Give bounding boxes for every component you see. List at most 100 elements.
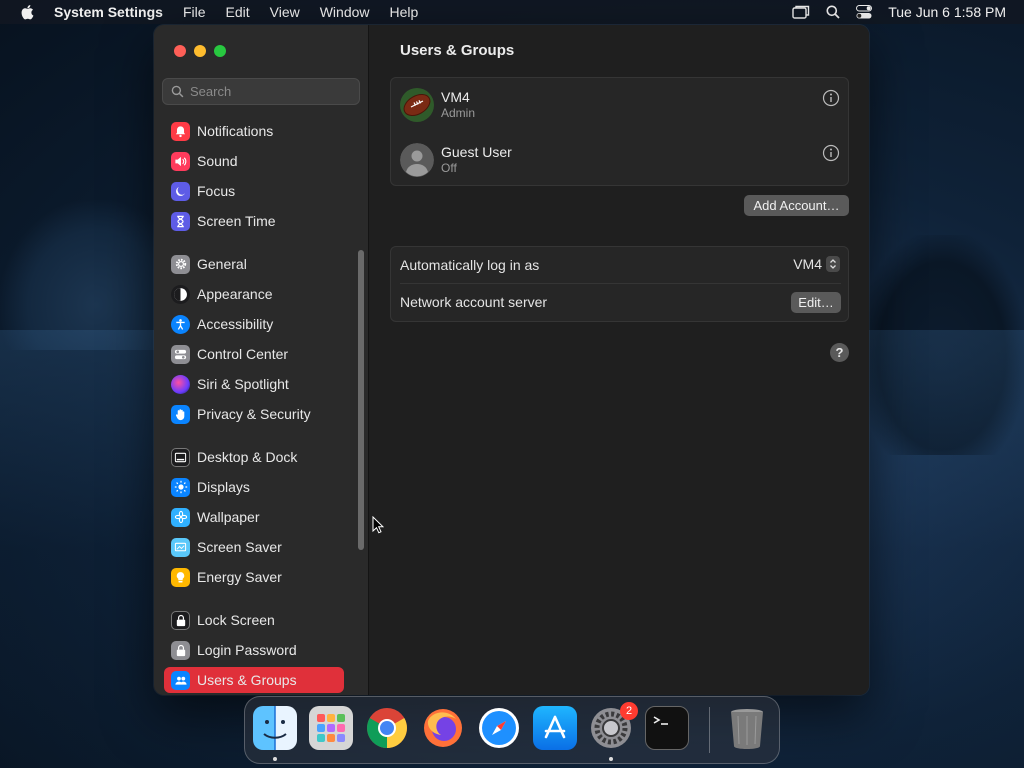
info-icon[interactable]: [822, 89, 840, 107]
sidebar-item-lock-screen[interactable]: Lock Screen: [164, 607, 344, 633]
app-store-icon[interactable]: [533, 706, 577, 750]
sidebar-item-label: Sound: [197, 153, 238, 169]
menu-clock[interactable]: Tue Jun 6 1:58 PM: [888, 4, 1006, 20]
add-account-button[interactable]: Add Account…: [744, 195, 849, 216]
sidebar-item-general[interactable]: General: [164, 251, 344, 277]
sidebar-scrollbar[interactable]: [358, 250, 364, 550]
sidebar-item-label: Desktop & Dock: [197, 449, 298, 465]
user-role: Off: [441, 161, 457, 175]
sidebar-item-control-center[interactable]: Control Center: [164, 341, 344, 367]
chrome-icon[interactable]: [365, 706, 409, 750]
gear-icon: [171, 254, 190, 274]
sidebar-item-label: Wallpaper: [197, 509, 260, 525]
sidebar-item-label: Appearance: [197, 286, 273, 302]
sidebar-item-label: Screen Time: [197, 213, 276, 229]
settings-badge: 2: [620, 702, 638, 720]
sidebar-item-label: Displays: [197, 479, 250, 495]
menu-view[interactable]: View: [270, 4, 300, 20]
zoom-button[interactable]: [214, 45, 226, 57]
terminal-icon[interactable]: [645, 706, 689, 750]
edit-button[interactable]: Edit…: [791, 292, 841, 313]
sidebar-item-label: Users & Groups: [197, 672, 297, 688]
sidebar-item-energy-saver[interactable]: Energy Saver: [164, 564, 344, 590]
search-icon: [171, 85, 184, 98]
sidebar-item-privacy-security[interactable]: Privacy & Security: [164, 401, 344, 427]
menu-app-name[interactable]: System Settings: [54, 4, 163, 20]
apple-icon[interactable]: [20, 4, 34, 20]
sidebar-item-label: Energy Saver: [197, 569, 282, 585]
login-settings: Automatically log in as VM4 Network acco…: [390, 246, 849, 322]
sidebar-list: Notifications Sound Focus Screen Time Ge…: [154, 115, 369, 695]
help-button[interactable]: ?: [830, 343, 849, 362]
user-name: VM4: [441, 89, 470, 105]
auto-login-label: Automatically log in as: [400, 257, 540, 273]
sidebar-item-label: Focus: [197, 183, 236, 199]
menu-window[interactable]: Window: [320, 4, 370, 20]
chevron-up-down-icon: [826, 256, 840, 272]
page-title: Users & Groups: [400, 42, 515, 59]
appearance-icon: [171, 284, 190, 304]
auto-login-popup[interactable]: VM4: [793, 256, 840, 272]
dock: 2: [244, 696, 780, 764]
screen-mirroring-icon[interactable]: [792, 5, 810, 19]
sidebar-item-login-password[interactable]: Login Password: [164, 637, 344, 663]
sidebar-item-notifications[interactable]: Notifications: [164, 118, 344, 144]
sidebar-item-desktop-dock[interactable]: Desktop & Dock: [164, 444, 344, 470]
bell-icon: [171, 121, 190, 141]
user-row-guest[interactable]: Guest User Off: [391, 133, 850, 188]
sidebar-item-label: Notifications: [197, 123, 274, 139]
sidebar-item-displays[interactable]: Displays: [164, 474, 344, 500]
auto-login-value: VM4: [793, 256, 822, 272]
user-row-vm4[interactable]: VM4 Admin: [391, 78, 850, 133]
mouse-cursor-icon: [372, 516, 384, 534]
search-input[interactable]: [190, 84, 350, 99]
firefox-icon[interactable]: [421, 706, 465, 750]
desktop-island-left: [0, 200, 160, 350]
menu-edit[interactable]: Edit: [226, 4, 250, 20]
auto-login-row: Automatically log in as VM4: [391, 247, 850, 284]
trash-icon[interactable]: [725, 706, 769, 750]
window-controls: [174, 45, 226, 57]
sidebar-item-focus[interactable]: Focus: [164, 178, 344, 204]
football-avatar[interactable]: [400, 88, 434, 122]
dock-icon: [171, 447, 190, 467]
finder-icon[interactable]: [253, 706, 297, 750]
minimize-button[interactable]: [194, 45, 206, 57]
network-server-row: Network account server Edit…: [391, 284, 850, 321]
sidebar-item-accessibility[interactable]: Accessibility: [164, 311, 344, 337]
sidebar-item-users-groups[interactable]: Users & Groups: [164, 667, 344, 693]
sidebar-item-siri-spotlight[interactable]: Siri & Spotlight: [164, 371, 344, 397]
safari-icon[interactable]: [477, 706, 521, 750]
spotlight-search-icon[interactable]: [826, 5, 840, 19]
sidebar-item-sound[interactable]: Sound: [164, 148, 344, 174]
close-button[interactable]: [174, 45, 186, 57]
launchpad-icon[interactable]: [309, 706, 353, 750]
siri-icon: [171, 374, 190, 394]
sidebar-item-label: Control Center: [197, 346, 289, 362]
menu-file[interactable]: File: [183, 4, 206, 20]
sidebar-item-label: Lock Screen: [197, 612, 275, 628]
sidebar-item-screen-time[interactable]: Screen Time: [164, 208, 344, 234]
sidebar-item-appearance[interactable]: Appearance: [164, 281, 344, 307]
sidebar: Notifications Sound Focus Screen Time: [154, 25, 369, 695]
sidebar-item-label: General: [197, 256, 247, 272]
content-pane: Users & Groups VM4 Admin Guest User Off …: [370, 25, 869, 695]
flower-icon: [171, 507, 190, 527]
settings-running-dot: [609, 757, 613, 761]
info-icon[interactable]: [822, 144, 840, 162]
control-center-icon[interactable]: [856, 5, 873, 19]
network-server-label: Network account server: [400, 294, 548, 310]
hand-icon: [171, 404, 190, 424]
sidebar-item-label: Siri & Spotlight: [197, 376, 289, 392]
generic-avatar[interactable]: [400, 143, 434, 177]
sidebar-item-screen-saver[interactable]: Screen Saver: [164, 534, 344, 560]
sidebar-item-wallpaper[interactable]: Wallpaper: [164, 504, 344, 530]
lock-icon: [171, 640, 190, 660]
user-role: Admin: [441, 106, 476, 120]
system-settings-window: Notifications Sound Focus Screen Time: [154, 25, 869, 695]
menu-help[interactable]: Help: [390, 4, 419, 20]
hourglass-icon: [171, 211, 190, 231]
sidebar-item-label: Privacy & Security: [197, 406, 311, 422]
sidebar-item-label: Screen Saver: [197, 539, 282, 555]
search-field[interactable]: [162, 78, 360, 105]
